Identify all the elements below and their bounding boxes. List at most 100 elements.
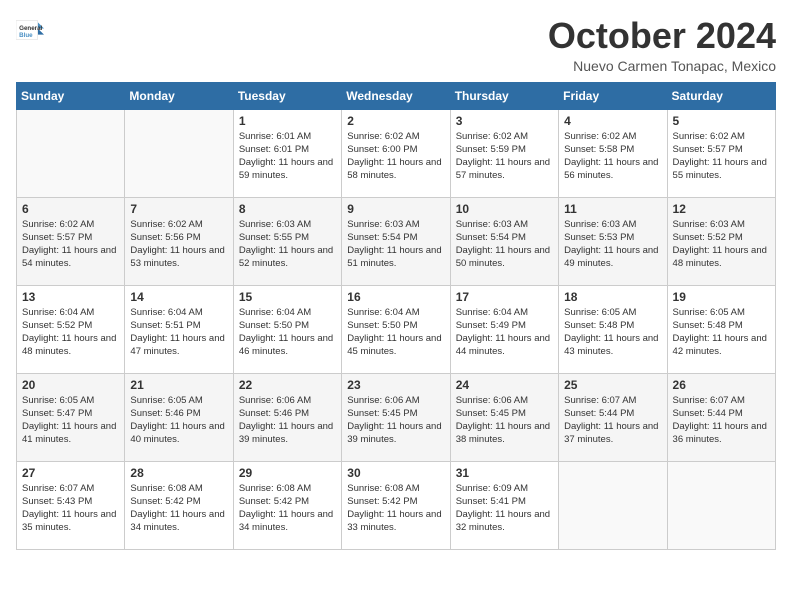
calendar-cell: 17 Sunrise: 6:04 AMSunset: 5:49 PMDayligh… xyxy=(450,285,558,373)
calendar-cell: 13Sunrise: 6:04 AMSunset: 5:52 PMDayligh… xyxy=(17,285,125,373)
day-number: 30 xyxy=(347,466,444,480)
day-content: Sunrise: 6:07 AMSunset: 5:43 PMDaylight:… xyxy=(22,482,119,535)
calendar-cell: 3Sunrise: 6:02 AMSunset: 5:59 PMDaylight… xyxy=(450,109,558,197)
day-content: Sunrise: 6:03 AMSunset: 5:54 PMDaylight:… xyxy=(456,218,553,271)
day-number: 8 xyxy=(239,202,336,216)
day-content: Sunrise: 6:02 AMSunset: 5:58 PMDaylight:… xyxy=(564,130,661,183)
calendar-table: SundayMondayTuesdayWednesdayThursdayFrid… xyxy=(16,82,776,550)
month-title: October 2024 xyxy=(548,16,776,56)
calendar-cell: 30 Sunrise: 6:08 AMSunset: 5:42 PMDayligh… xyxy=(342,461,450,549)
weekday-header: Thursday xyxy=(450,82,558,109)
day-content: Sunrise: 6:04 AMSunset: 5:51 PMDaylight:… xyxy=(130,306,227,359)
day-content: Sunrise: 6:02 AMSunset: 6:00 PMDaylight:… xyxy=(347,130,444,183)
svg-text:Blue: Blue xyxy=(19,32,33,39)
calendar-cell: 1 Sunrise: 6:01 AMSunset: 6:01 PMDaylight… xyxy=(233,109,341,197)
calendar-cell: 31 Sunrise: 6:09 AMSunset: 5:41 PMDayligh… xyxy=(450,461,558,549)
day-number: 14 xyxy=(130,290,227,304)
day-number: 11 xyxy=(564,202,661,216)
calendar-cell: 5 Sunrise: 6:02 AMSunset: 5:57 PMDaylight… xyxy=(667,109,775,197)
calendar-week-row: 6 Sunrise: 6:02 AMSunset: 5:57 PMDaylight… xyxy=(17,197,776,285)
calendar-cell: 12 Sunrise: 6:03 AMSunset: 5:52 PMDayligh… xyxy=(667,197,775,285)
calendar-week-row: 20 Sunrise: 6:05 AMSunset: 5:47 PMDayligh… xyxy=(17,373,776,461)
calendar-cell: 4Sunrise: 6:02 AMSunset: 5:58 PMDaylight… xyxy=(559,109,667,197)
day-content: Sunrise: 6:08 AMSunset: 5:42 PMDaylight:… xyxy=(130,482,227,535)
calendar-cell: 7 Sunrise: 6:02 AMSunset: 5:56 PMDaylight… xyxy=(125,197,233,285)
day-content: Sunrise: 6:04 AMSunset: 5:50 PMDaylight:… xyxy=(239,306,336,359)
calendar-cell: 18Sunrise: 6:05 AMSunset: 5:48 PMDayligh… xyxy=(559,285,667,373)
day-content: Sunrise: 6:07 AMSunset: 5:44 PMDaylight:… xyxy=(564,394,661,447)
day-number: 1 xyxy=(239,114,336,128)
day-number: 17 xyxy=(456,290,553,304)
day-content: Sunrise: 6:07 AMSunset: 5:44 PMDaylight:… xyxy=(673,394,770,447)
day-content: Sunrise: 6:02 AMSunset: 5:57 PMDaylight:… xyxy=(22,218,119,271)
day-number: 20 xyxy=(22,378,119,392)
calendar-cell: 19Sunrise: 6:05 AMSunset: 5:48 PMDayligh… xyxy=(667,285,775,373)
calendar-cell xyxy=(667,461,775,549)
weekday-header: Wednesday xyxy=(342,82,450,109)
weekday-header: Friday xyxy=(559,82,667,109)
svg-text:General: General xyxy=(19,25,42,32)
calendar-cell xyxy=(17,109,125,197)
calendar-cell xyxy=(125,109,233,197)
day-content: Sunrise: 6:08 AMSunset: 5:42 PMDaylight:… xyxy=(239,482,336,535)
day-number: 10 xyxy=(456,202,553,216)
day-number: 25 xyxy=(564,378,661,392)
logo-icon: General Blue xyxy=(16,16,44,44)
day-content: Sunrise: 6:03 AMSunset: 5:52 PMDaylight:… xyxy=(673,218,770,271)
weekday-header: Sunday xyxy=(17,82,125,109)
day-number: 5 xyxy=(673,114,770,128)
day-content: Sunrise: 6:04 AMSunset: 5:52 PMDaylight:… xyxy=(22,306,119,359)
day-number: 28 xyxy=(130,466,227,480)
day-number: 9 xyxy=(347,202,444,216)
day-content: Sunrise: 6:05 AMSunset: 5:46 PMDaylight:… xyxy=(130,394,227,447)
calendar-week-row: 27 Sunrise: 6:07 AMSunset: 5:43 PMDayligh… xyxy=(17,461,776,549)
day-number: 18 xyxy=(564,290,661,304)
day-number: 12 xyxy=(673,202,770,216)
day-number: 3 xyxy=(456,114,553,128)
location: Nuevo Carmen Tonapac, Mexico xyxy=(548,58,776,74)
calendar-cell: 9Sunrise: 6:03 AMSunset: 5:54 PMDaylight… xyxy=(342,197,450,285)
calendar-cell xyxy=(559,461,667,549)
day-number: 27 xyxy=(22,466,119,480)
calendar-cell: 25 Sunrise: 6:07 AMSunset: 5:44 PMDayligh… xyxy=(559,373,667,461)
calendar-cell: 6 Sunrise: 6:02 AMSunset: 5:57 PMDaylight… xyxy=(17,197,125,285)
day-content: Sunrise: 6:04 AMSunset: 5:50 PMDaylight:… xyxy=(347,306,444,359)
day-content: Sunrise: 6:03 AMSunset: 5:55 PMDaylight:… xyxy=(239,218,336,271)
calendar-cell: 24Sunrise: 6:06 AMSunset: 5:45 PMDayligh… xyxy=(450,373,558,461)
day-number: 7 xyxy=(130,202,227,216)
calendar-cell: 29 Sunrise: 6:08 AMSunset: 5:42 PMDayligh… xyxy=(233,461,341,549)
day-content: Sunrise: 6:08 AMSunset: 5:42 PMDaylight:… xyxy=(347,482,444,535)
weekday-header-row: SundayMondayTuesdayWednesdayThursdayFrid… xyxy=(17,82,776,109)
day-number: 21 xyxy=(130,378,227,392)
day-number: 29 xyxy=(239,466,336,480)
day-number: 31 xyxy=(456,466,553,480)
day-content: Sunrise: 6:03 AMSunset: 5:53 PMDaylight:… xyxy=(564,218,661,271)
day-content: Sunrise: 6:05 AMSunset: 5:47 PMDaylight:… xyxy=(22,394,119,447)
day-content: Sunrise: 6:01 AMSunset: 6:01 PMDaylight:… xyxy=(239,130,336,183)
calendar-cell: 20 Sunrise: 6:05 AMSunset: 5:47 PMDayligh… xyxy=(17,373,125,461)
day-number: 2 xyxy=(347,114,444,128)
day-number: 16 xyxy=(347,290,444,304)
calendar-cell: 21 Sunrise: 6:05 AMSunset: 5:46 PMDayligh… xyxy=(125,373,233,461)
day-content: Sunrise: 6:02 AMSunset: 5:56 PMDaylight:… xyxy=(130,218,227,271)
weekday-header: Saturday xyxy=(667,82,775,109)
calendar-cell: 14 Sunrise: 6:04 AMSunset: 5:51 PMDayligh… xyxy=(125,285,233,373)
calendar-cell: 22Sunrise: 6:06 AMSunset: 5:46 PMDayligh… xyxy=(233,373,341,461)
day-number: 26 xyxy=(673,378,770,392)
day-number: 15 xyxy=(239,290,336,304)
day-number: 6 xyxy=(22,202,119,216)
calendar-cell: 11 Sunrise: 6:03 AMSunset: 5:53 PMDayligh… xyxy=(559,197,667,285)
calendar-week-row: 1 Sunrise: 6:01 AMSunset: 6:01 PMDaylight… xyxy=(17,109,776,197)
logo: General Blue xyxy=(16,16,44,44)
page-header: General Blue October 2024 Nuevo Carmen T… xyxy=(16,16,776,74)
calendar-cell: 16 Sunrise: 6:04 AMSunset: 5:50 PMDayligh… xyxy=(342,285,450,373)
calendar-cell: 27 Sunrise: 6:07 AMSunset: 5:43 PMDayligh… xyxy=(17,461,125,549)
day-content: Sunrise: 6:09 AMSunset: 5:41 PMDaylight:… xyxy=(456,482,553,535)
day-content: Sunrise: 6:02 AMSunset: 5:57 PMDaylight:… xyxy=(673,130,770,183)
day-number: 23 xyxy=(347,378,444,392)
day-content: Sunrise: 6:06 AMSunset: 5:46 PMDaylight:… xyxy=(239,394,336,447)
day-content: Sunrise: 6:04 AMSunset: 5:49 PMDaylight:… xyxy=(456,306,553,359)
title-block: October 2024 Nuevo Carmen Tonapac, Mexic… xyxy=(548,16,776,74)
calendar-cell: 15 Sunrise: 6:04 AMSunset: 5:50 PMDayligh… xyxy=(233,285,341,373)
day-content: Sunrise: 6:05 AMSunset: 5:48 PMDaylight:… xyxy=(673,306,770,359)
